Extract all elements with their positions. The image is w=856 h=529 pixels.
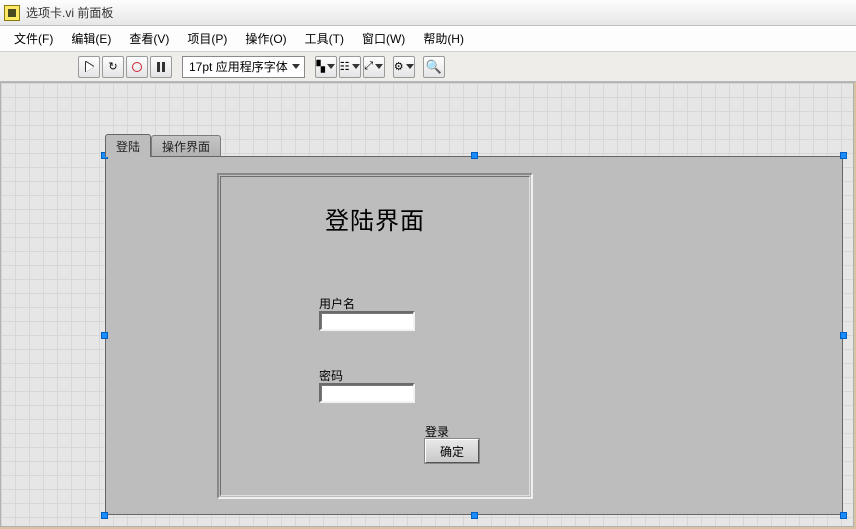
chevron-down-icon: [406, 64, 414, 69]
run-button[interactable]: [78, 56, 100, 78]
cycle-icon: ↻: [108, 60, 117, 73]
reorder-button[interactable]: ⚙: [393, 56, 415, 78]
selection-handle[interactable]: [471, 152, 478, 159]
align-icon: ▚: [316, 60, 324, 73]
password-label: 密码: [319, 367, 343, 384]
tab-control[interactable]: 登陆 操作界面 登陆界面 用户名 密码 登录 确定: [105, 134, 843, 515]
abort-button[interactable]: [126, 56, 148, 78]
resize-icon: ⤢: [364, 60, 373, 73]
menu-view[interactable]: 查看(V): [121, 27, 177, 50]
tab-login[interactable]: 登陆: [105, 134, 151, 157]
pause-icon: [157, 62, 165, 72]
gear-icon: ⚙: [394, 60, 404, 73]
chevron-down-icon: [292, 64, 300, 69]
tab-operation[interactable]: 操作界面: [151, 135, 221, 157]
menu-window[interactable]: 窗口(W): [354, 27, 413, 50]
selection-handle[interactable]: [840, 332, 847, 339]
search-button[interactable]: 🔍: [423, 56, 445, 78]
password-input[interactable]: [319, 383, 415, 403]
menu-bar: 文件(F) 编辑(E) 查看(V) 项目(P) 操作(O) 工具(T) 窗口(W…: [0, 26, 856, 52]
login-frame-inner: 登陆界面 用户名 密码 登录 确定: [220, 176, 530, 496]
login-frame: 登陆界面 用户名 密码 登录 确定: [217, 173, 533, 499]
username-label: 用户名: [319, 295, 355, 312]
resize-button[interactable]: ⤢: [363, 56, 385, 78]
app-icon: [4, 5, 20, 21]
search-icon: 🔍: [426, 60, 442, 73]
login-caption: 登录: [425, 423, 449, 440]
font-selector[interactable]: 17pt 应用程序字体: [182, 56, 305, 78]
selection-handle[interactable]: [840, 512, 847, 519]
window-titlebar: 选项卡.vi 前面板: [0, 0, 856, 26]
menu-file[interactable]: 文件(F): [6, 27, 61, 50]
stop-icon: [132, 62, 142, 72]
chevron-down-icon: [327, 64, 335, 69]
menu-operate[interactable]: 操作(O): [237, 27, 294, 50]
menu-help[interactable]: 帮助(H): [415, 27, 472, 50]
selection-handle[interactable]: [101, 512, 108, 519]
chevron-down-icon: [352, 64, 360, 69]
selection-handle[interactable]: [840, 152, 847, 159]
menu-project[interactable]: 项目(P): [179, 27, 235, 50]
ok-button-label: 确定: [440, 443, 464, 460]
distribute-icon: ☷: [340, 60, 350, 73]
pause-button[interactable]: [150, 56, 172, 78]
distribute-button[interactable]: ☷: [339, 56, 361, 78]
login-title: 登陆界面: [221, 201, 529, 236]
selection-handle[interactable]: [101, 332, 108, 339]
selection-handle[interactable]: [471, 512, 478, 519]
toolbar: ↻ 17pt 应用程序字体 ▚ ☷ ⤢ ⚙ 🔍: [0, 52, 856, 82]
chevron-down-icon: [375, 64, 383, 69]
tab-page-login: 登陆界面 用户名 密码 登录 确定: [105, 156, 843, 515]
menu-edit[interactable]: 编辑(E): [63, 27, 119, 50]
font-label: 17pt 应用程序字体: [189, 58, 288, 75]
run-icon: [86, 62, 94, 72]
align-button[interactable]: ▚: [315, 56, 337, 78]
menu-tools[interactable]: 工具(T): [297, 27, 352, 50]
front-panel-canvas[interactable]: 登陆 操作界面 登陆界面 用户名 密码 登录 确定: [0, 82, 854, 527]
window-title: 选项卡.vi 前面板: [26, 4, 113, 21]
username-input[interactable]: [319, 311, 415, 331]
ok-button[interactable]: 确定: [425, 439, 479, 463]
run-continuous-button[interactable]: ↻: [102, 56, 124, 78]
